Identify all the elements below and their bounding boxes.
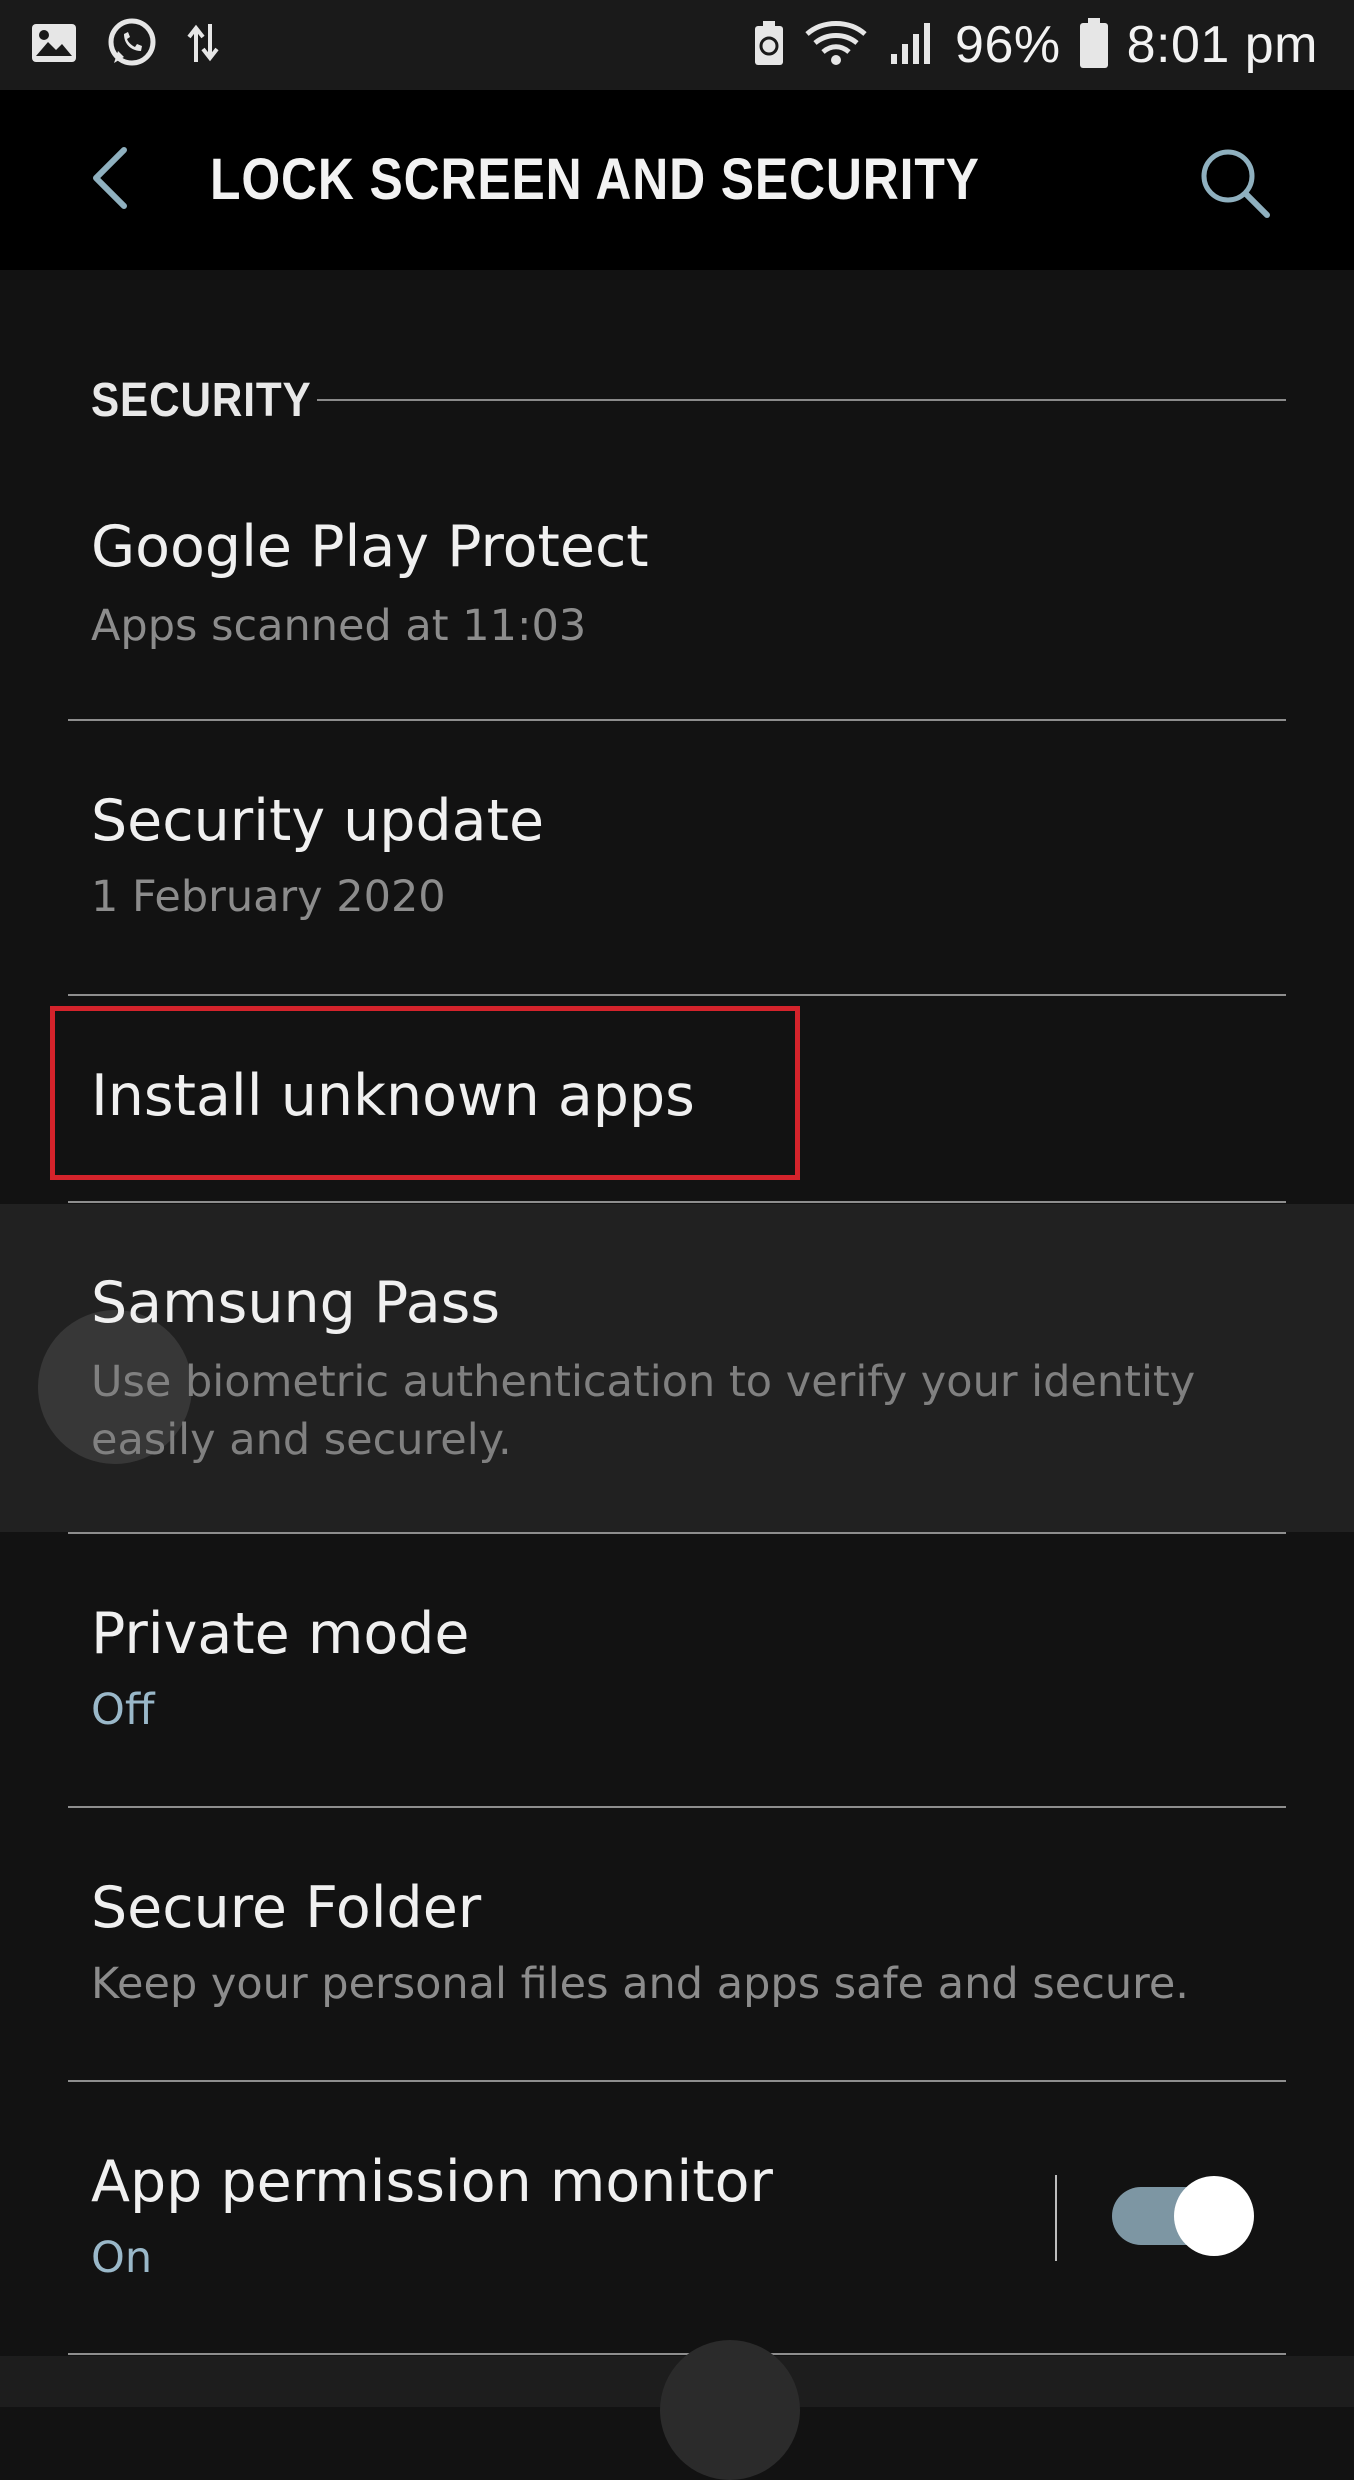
status-left (30, 17, 248, 73)
divider (68, 719, 1286, 721)
divider (68, 2353, 1286, 2355)
toggle-separator (1055, 2175, 1057, 2261)
toolbar: LOCK SCREEN AND SECURITY (0, 90, 1354, 270)
item-status: Off (91, 1685, 155, 1735)
section-label: SECURITY (91, 373, 312, 427)
list-item-app-permission-monitor[interactable]: App permission monitor On (0, 2083, 1020, 2353)
chevron-left-icon (88, 146, 132, 214)
item-subtitle: Keep your personal files and apps safe a… (91, 1959, 1189, 2009)
item-subtitle: Apps scanned at 11:03 (91, 601, 587, 651)
divider (68, 994, 1286, 996)
page-title: LOCK SCREEN AND SECURITY (210, 147, 980, 212)
list-item-samsung-pass[interactable]: Samsung Pass Use biometric authenticatio… (0, 1204, 1354, 1532)
search-icon (1197, 145, 1273, 225)
wifi-icon (803, 18, 869, 72)
back-button[interactable] (70, 140, 150, 220)
item-title: Samsung Pass (91, 1270, 501, 1336)
whatsapp-icon (106, 17, 158, 73)
status-right: 96% 8:01 pm (735, 15, 1318, 75)
battery-percent: 96% (955, 16, 1061, 74)
item-subtitle: Use biometric authentication to verify y… (91, 1357, 1196, 1465)
toggle-knob (1174, 2176, 1254, 2256)
item-title: Secure Folder (91, 1875, 482, 1941)
gallery-icon (30, 22, 78, 68)
section-divider (317, 399, 1286, 401)
item-title: Security update (91, 788, 545, 854)
status-bar: 96% 8:01 pm (0, 0, 1354, 90)
battery-saver-icon (753, 19, 785, 71)
signal-icon (887, 20, 937, 70)
search-button[interactable] (1190, 140, 1280, 230)
list-item-security-update[interactable]: Security update 1 February 2020 (0, 722, 1354, 992)
item-status: On (91, 2233, 153, 2283)
item-title: App permission monitor (91, 2149, 773, 2215)
list-item-private-mode[interactable]: Private mode Off (0, 1535, 1354, 1805)
list-item-google-play-protect[interactable]: Google Play Protect Apps scanned at 11:0… (0, 480, 1354, 720)
item-title: Google Play Protect (91, 514, 649, 580)
app-permission-monitor-toggle[interactable] (1112, 2176, 1254, 2256)
section-header: SECURITY (91, 360, 1286, 440)
item-title: Install unknown apps (91, 1063, 695, 1129)
divider (68, 1532, 1286, 1534)
item-subtitle: 1 February 2020 (91, 872, 446, 922)
battery-icon (1079, 17, 1109, 73)
home-handle[interactable] (660, 2340, 800, 2480)
clock: 8:01 pm (1126, 16, 1318, 74)
item-title: Private mode (91, 1601, 470, 1667)
list-item-secure-folder[interactable]: Secure Folder Keep your personal files a… (0, 1809, 1354, 2079)
divider (68, 1201, 1286, 1203)
list-item-install-unknown-apps[interactable]: Install unknown apps (0, 997, 1354, 1201)
data-transfer-icon (186, 22, 220, 68)
divider (68, 1806, 1286, 1808)
divider (68, 2080, 1286, 2082)
